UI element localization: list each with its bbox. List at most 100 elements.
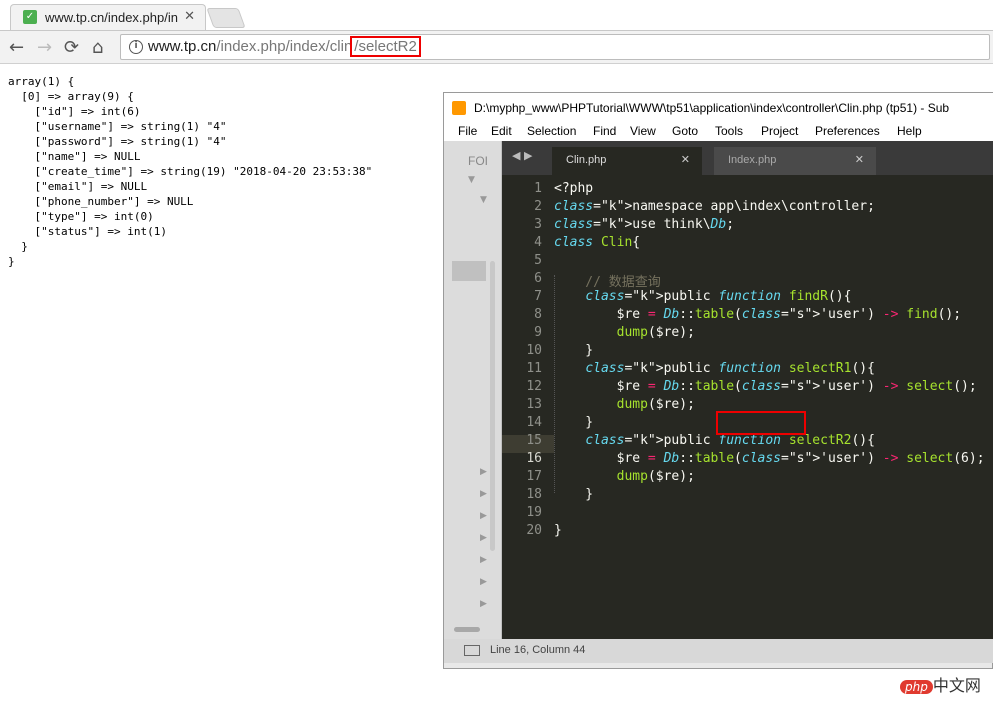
back-icon[interactable]: ←: [9, 37, 24, 58]
folder-expand-icon[interactable]: ▼: [480, 195, 487, 205]
folder-collapsed-icon[interactable]: ▶: [480, 511, 487, 521]
folder-collapsed-icon[interactable]: ▶: [480, 599, 487, 609]
home-icon[interactable]: ⌂: [92, 37, 103, 58]
dump-line: ["password"] => string(1) "4": [8, 135, 227, 148]
sublime-menubar: File Edit Selection Find View Goto Tools…: [444, 123, 993, 141]
menu-view[interactable]: View: [630, 124, 656, 138]
code-line[interactable]: class Clin{: [554, 235, 640, 250]
line-number: 11: [526, 361, 542, 376]
line-number: 4: [534, 235, 542, 250]
dump-line: [0] => array(9) {: [8, 90, 134, 103]
code-line[interactable]: dump($re);: [554, 325, 695, 340]
line-number-gutter: 1 2 3 4 5 6 7 8 9 10 11 12 13 14 15 16 17 18 19 20: [502, 175, 554, 639]
code-line[interactable]: $re = Db::table(class="s">'user') -> fin…: [554, 307, 961, 322]
url-highlight: /selectR2: [350, 36, 421, 57]
code-line[interactable]: }: [554, 415, 593, 430]
dump-line: ["email"] => NULL: [8, 180, 148, 193]
close-icon[interactable]: ✕: [681, 147, 690, 173]
new-tab-button[interactable]: [206, 8, 246, 28]
close-icon[interactable]: ✕: [855, 147, 864, 173]
code-line[interactable]: $re = Db::table(class="s">'user') -> sel…: [554, 379, 977, 394]
line-number: 6: [534, 271, 542, 286]
tab-nav-arrows-icon[interactable]: ◀ ▶: [512, 149, 532, 162]
browser-tab-strip: ✓ www.tp.cn/index.php/in ✕: [0, 0, 993, 30]
line-number: 5: [534, 253, 542, 268]
dump-line: array(1) {: [8, 75, 75, 88]
dump-line: ["phone_number"] => NULL: [8, 195, 194, 208]
code-line[interactable]: class="k">public function findR(){: [554, 289, 851, 304]
menu-goto[interactable]: Goto: [672, 124, 698, 138]
menu-tools[interactable]: Tools: [715, 124, 743, 138]
line-number: 8: [534, 307, 542, 322]
browser-tab[interactable]: ✓ www.tp.cn/index.php/in ✕: [10, 4, 206, 30]
line-number: 12: [526, 379, 542, 394]
line-number: 9: [534, 325, 542, 340]
code-line[interactable]: class="k">public function selectR1(){: [554, 361, 875, 376]
code-line[interactable]: // 数据查询: [554, 271, 661, 290]
sidebar-folders-label: FOI: [468, 154, 488, 168]
code-line[interactable]: class="k">namespace app\index\controller…: [554, 199, 875, 214]
code-line[interactable]: }: [554, 343, 593, 358]
watermark: php 中文网: [900, 672, 981, 696]
sublime-titlebar: D:\myphp_www\PHPTutorial\WWW\tp51\applic…: [444, 93, 993, 123]
line-number: 16: [526, 451, 542, 466]
folder-expand-icon[interactable]: ▼: [468, 175, 475, 185]
sidebar-hscrollbar[interactable]: [454, 627, 480, 632]
menu-find[interactable]: Find: [593, 124, 616, 138]
status-bar: Line 16, Column 44: [444, 639, 993, 663]
reload-icon[interactable]: ⟳: [64, 37, 79, 58]
close-tab-icon[interactable]: ✕: [184, 9, 195, 24]
panel-toggle-icon[interactable]: [464, 645, 480, 656]
code-line[interactable]: <?php: [554, 181, 593, 196]
tab-label: Index.php: [728, 154, 777, 166]
watermark-text: 中文网: [932, 676, 981, 695]
tab-label: Clin.php: [566, 154, 607, 166]
editor-tab-bar: ◀ ▶ Clin.php ✕ Index.php ✕: [502, 141, 993, 175]
forward-icon[interactable]: →: [37, 37, 52, 58]
indent-guide: [554, 275, 555, 493]
folder-collapsed-icon[interactable]: ▶: [480, 489, 487, 499]
menu-preferences[interactable]: Preferences: [815, 124, 880, 138]
sidebar-selected-item[interactable]: [452, 261, 486, 281]
folder-collapsed-icon[interactable]: ▶: [480, 467, 487, 477]
line-number: 17: [526, 469, 542, 484]
menu-help[interactable]: Help: [897, 124, 922, 138]
line-number: 13: [526, 397, 542, 412]
menu-selection[interactable]: Selection: [527, 124, 576, 138]
tab-index-php[interactable]: Index.php ✕: [714, 147, 876, 175]
info-icon[interactable]: i: [129, 40, 143, 54]
folder-collapsed-icon[interactable]: ▶: [480, 577, 487, 587]
watermark-logo: php: [900, 680, 933, 694]
code-line[interactable]: }: [554, 523, 562, 538]
browser-nav-bar: ← → ⟳ ⌂ i www.tp.cn/index.php/index/clin…: [0, 30, 993, 64]
line-number: 18: [526, 487, 542, 502]
dump-line: ["status"] => int(1): [8, 225, 167, 238]
folder-collapsed-icon[interactable]: ▶: [480, 533, 487, 543]
dump-line: ["name"] => NULL: [8, 150, 141, 163]
code-line[interactable]: }: [554, 487, 593, 502]
code-editor[interactable]: 1 2 3 4 5 6 7 8 9 10 11 12 13 14 15 16 17 18 19 20 <?php cla…: [502, 175, 993, 639]
sublime-logo-icon: [452, 101, 466, 115]
browser-tab-title: www.tp.cn/index.php/in: [45, 10, 178, 25]
url-path: /index.php/index/clin: [216, 38, 353, 55]
url-text[interactable]: www.tp.cn/index.php/index/clin/selectR2: [148, 36, 421, 57]
line-number: 20: [526, 523, 542, 538]
code-line[interactable]: class="k">use think\Db;: [554, 217, 734, 232]
tab-clin-php[interactable]: Clin.php ✕: [552, 147, 702, 175]
address-bar[interactable]: i www.tp.cn/index.php/index/clin/selectR…: [120, 34, 990, 60]
dump-line: ["create_time"] => string(19) "2018-04-2…: [8, 165, 373, 178]
menu-edit[interactable]: Edit: [491, 124, 512, 138]
code-line[interactable]: class="k">public function selectR2(){: [554, 433, 875, 448]
menu-file[interactable]: File: [458, 124, 477, 138]
sublime-title: D:\myphp_www\PHPTutorial\WWW\tp51\applic…: [474, 101, 950, 115]
folder-collapsed-icon[interactable]: ▶: [480, 555, 487, 565]
url-host: www.tp.cn: [148, 38, 217, 55]
annotation-box: [716, 411, 806, 435]
menu-project[interactable]: Project: [761, 124, 798, 138]
dump-line: }: [8, 255, 15, 268]
sidebar-scrollbar[interactable]: [490, 261, 495, 551]
code-line[interactable]: dump($re);: [554, 397, 695, 412]
favicon-icon: ✓: [23, 10, 37, 24]
code-line[interactable]: dump($re);: [554, 469, 695, 484]
code-line[interactable]: $re = Db::table(class="s">'user') -> sel…: [554, 451, 985, 466]
